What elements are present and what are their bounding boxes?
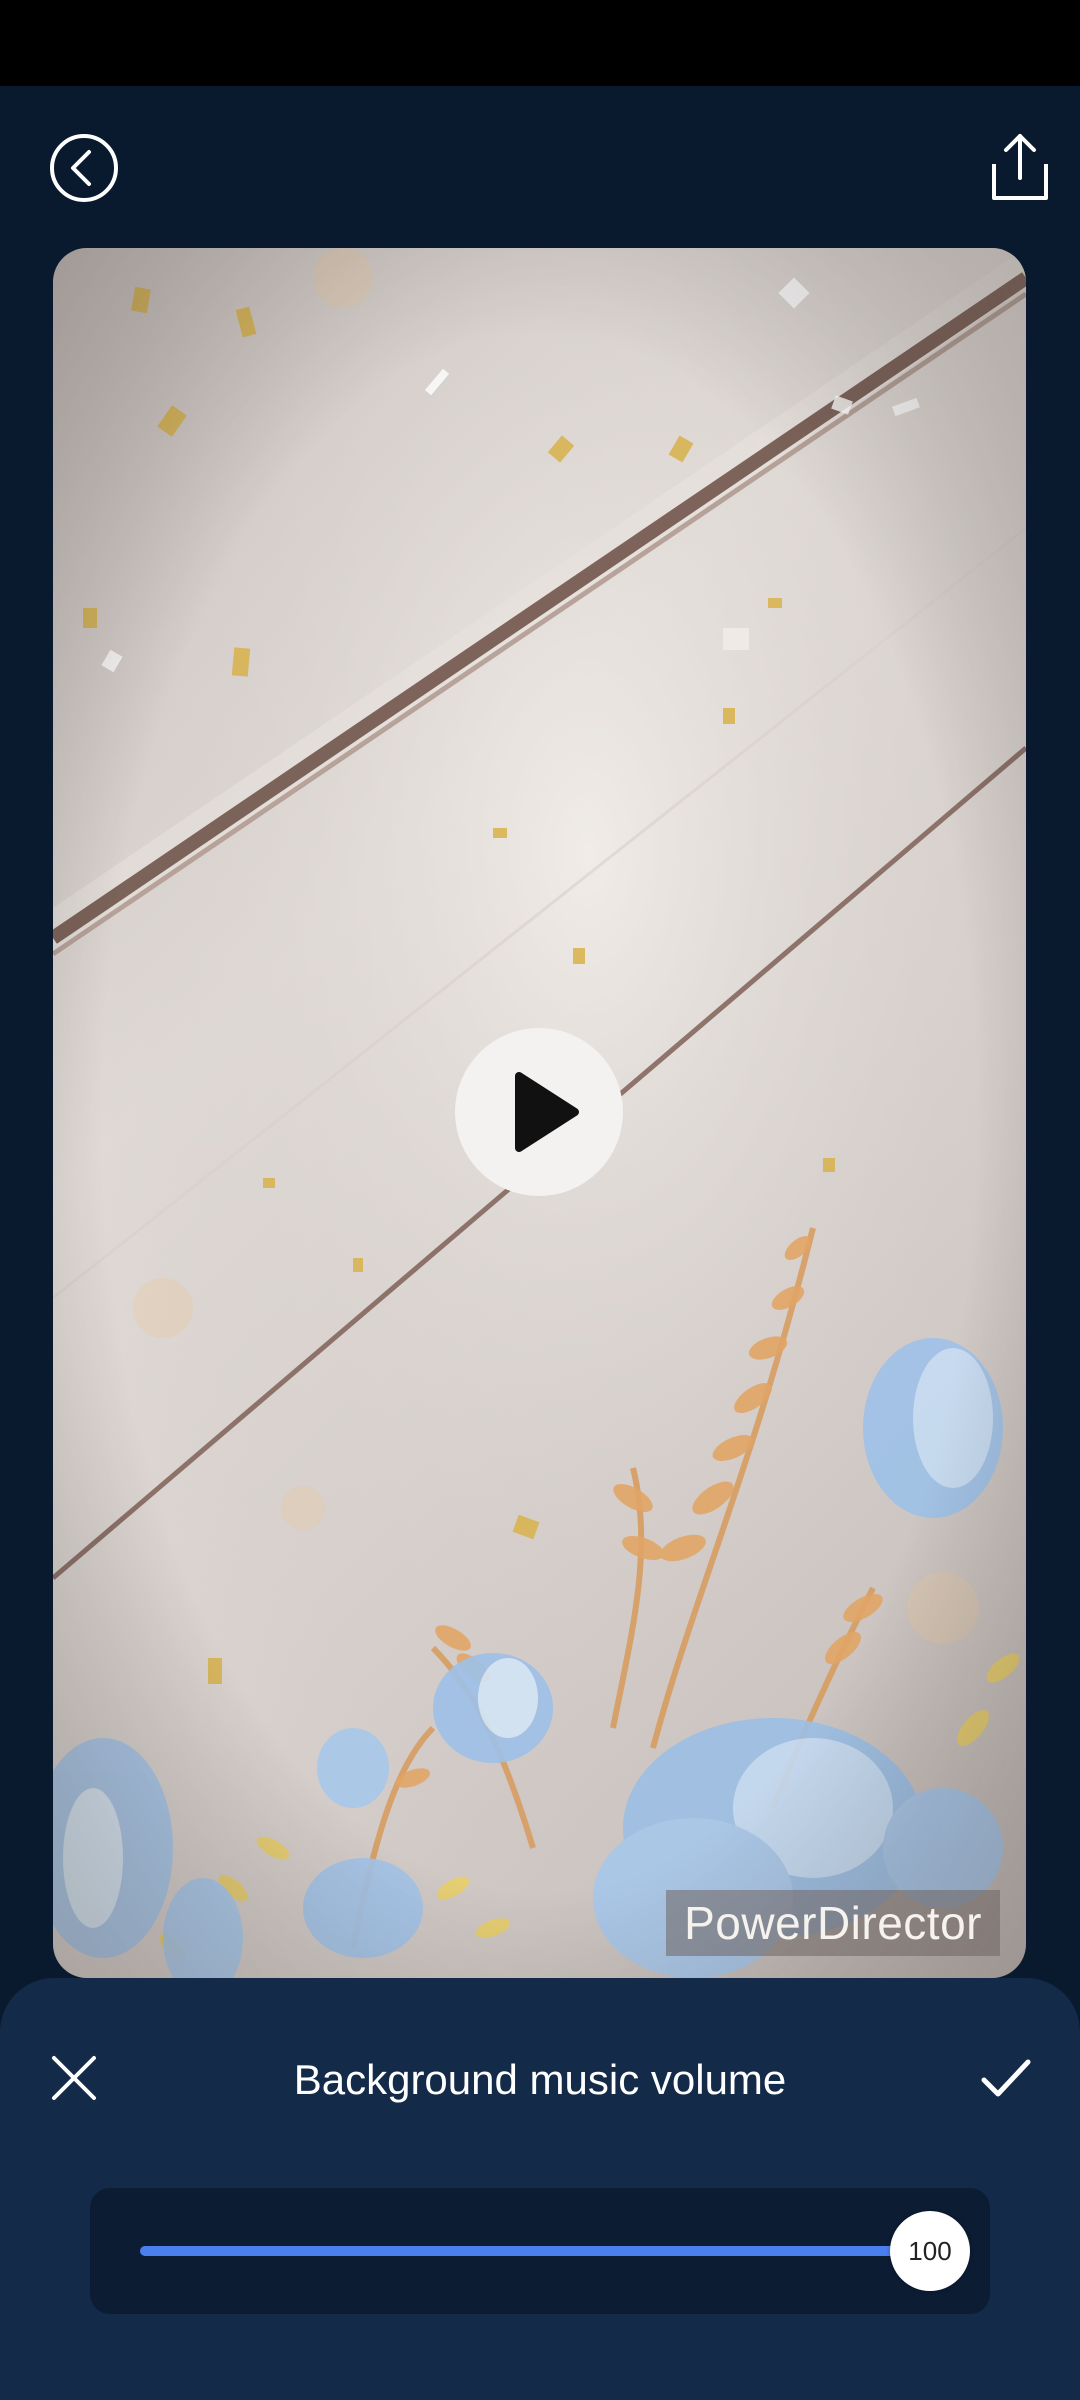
volume-slider-fill xyxy=(140,2246,920,2256)
confirm-button[interactable] xyxy=(976,2048,1036,2108)
play-icon xyxy=(515,1072,579,1152)
checkmark-icon xyxy=(981,2059,1031,2097)
watermark-label: PowerDirector xyxy=(666,1890,1000,1956)
status-bar xyxy=(0,0,1080,86)
back-button[interactable] xyxy=(48,132,120,204)
share-upload-icon xyxy=(992,134,1048,200)
sheet-title: Background music volume xyxy=(293,2056,787,2103)
video-preview[interactable]: PowerDirector xyxy=(53,248,1026,1978)
volume-slider-panel: 100 xyxy=(90,2188,990,2314)
play-button[interactable] xyxy=(455,1028,623,1196)
chevron-left-circle-icon xyxy=(50,134,118,202)
volume-slider-track[interactable]: 100 xyxy=(140,2211,970,2291)
share-button[interactable] xyxy=(988,132,1052,204)
volume-slider-thumb[interactable]: 100 xyxy=(890,2211,970,2291)
